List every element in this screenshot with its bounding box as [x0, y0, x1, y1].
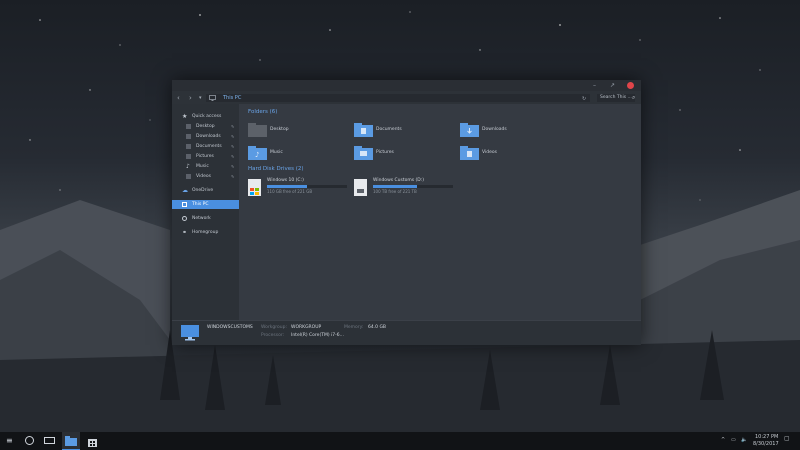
music-icon: ♪ [186, 163, 190, 170]
folder-icon [65, 436, 77, 446]
sidebar-item-pictures[interactable]: Pictures ✎ [172, 152, 239, 161]
pin-icon: ✎ [231, 164, 235, 169]
content-pane: Folders (6) Desktop Documents Downloads [239, 104, 641, 320]
star-icon: ★ [182, 113, 188, 120]
processor-value: Intel(R) Core(TM) i7-6... [291, 333, 344, 338]
forward-arrow-icon[interactable]: › [189, 94, 192, 102]
pin-icon: ✎ [231, 124, 235, 129]
monitor-icon [209, 95, 216, 101]
sidebar-item-documents[interactable]: Documents ✎ [172, 142, 239, 151]
sidebar-item-this-pc[interactable]: This PC [172, 200, 239, 209]
clock-date[interactable]: 8/30/2017 [753, 441, 779, 447]
downloads-folder-icon [460, 123, 479, 137]
download-icon [186, 134, 191, 139]
network-icon [182, 216, 187, 221]
chevron-down-icon[interactable]: ▾ [199, 94, 202, 102]
computer-name: WINDOWSCUSTOMS [207, 325, 253, 330]
drive-d-usage-fill [373, 185, 417, 188]
folder-videos[interactable]: Videos [460, 146, 560, 162]
desktop-folder-icon [248, 123, 267, 137]
refresh-icon[interactable]: ↻ [582, 95, 586, 103]
pin-icon: ✎ [231, 134, 235, 139]
sidebar-item-downloads[interactable]: Downloads ✎ [172, 132, 239, 141]
taskbar: ≡ ^ ▭ 🔈 10:27 PM 8/30/2017 ▢ [0, 432, 800, 450]
maximize-icon[interactable]: ↗ [608, 82, 617, 89]
workgroup-label: Workgroup: [261, 325, 287, 330]
svg-text:♪: ♪ [255, 151, 259, 159]
cloud-icon: ☁ [182, 187, 188, 194]
music-folder-icon: ♪ [248, 146, 267, 160]
folders-heading[interactable]: Folders (6) [248, 109, 277, 116]
search-placeholder: Search This ... [600, 95, 632, 100]
folder-pictures[interactable]: Pictures [354, 146, 454, 162]
address-path: This PC [223, 95, 242, 101]
folder-downloads[interactable]: Downloads [460, 123, 560, 139]
taskbar-explorer-button[interactable] [62, 432, 80, 450]
folder-music[interactable]: ♪ Music [248, 146, 348, 162]
folder-documents[interactable]: Documents [354, 123, 454, 139]
pin-icon: ✎ [231, 174, 235, 179]
homegroup-icon: ⚭ [182, 229, 188, 236]
sidebar-item-network[interactable]: Network [172, 214, 239, 223]
processor-label: Processor: [261, 333, 285, 338]
title-bar: – ↗ [172, 80, 641, 91]
drive-d[interactable]: Windows Customs (D:) 100 TB free of 221 … [354, 178, 454, 200]
sidebar-item-videos[interactable]: Videos ✎ [172, 172, 239, 181]
address-field[interactable] [206, 94, 590, 102]
back-arrow-icon[interactable]: ‹ [177, 94, 180, 102]
drive-d-icon [354, 179, 367, 196]
drive-c-usage-fill [267, 185, 307, 188]
memory-label: Memory: [344, 325, 364, 330]
drives-heading[interactable]: Hard Disk Drives (2) [248, 166, 304, 173]
sidebar-item-onedrive[interactable]: ☁ OneDrive [172, 186, 239, 195]
drive-c-usage-bar [267, 185, 347, 188]
task-view-icon[interactable] [44, 437, 55, 444]
close-icon[interactable] [627, 82, 634, 89]
memory-value: 64.0 GB [368, 325, 387, 330]
pin-icon: ✎ [231, 154, 235, 159]
notifications-icon[interactable]: ▢ [784, 436, 790, 442]
start-menu-icon[interactable]: ≡ [6, 436, 13, 446]
clock-time[interactable]: 10:27 PM [755, 434, 778, 440]
cortana-icon[interactable] [25, 436, 34, 445]
drive-c-icon [248, 179, 261, 196]
picture-icon [186, 154, 191, 159]
sidebar-item-desktop[interactable]: Desktop ✎ [172, 122, 239, 131]
sidebar-item-quick-access[interactable]: ★ Quick access [172, 112, 239, 121]
video-icon [186, 174, 191, 179]
network-tray-icon[interactable]: ▭ [731, 437, 736, 443]
computer-icon [181, 325, 199, 341]
store-icon[interactable] [87, 436, 98, 447]
sidebar-item-homegroup[interactable]: ⚭ Homegroup [172, 228, 239, 237]
document-icon [186, 144, 191, 149]
videos-folder-icon [460, 146, 479, 160]
documents-folder-icon [354, 123, 373, 137]
file-explorer-window: – ↗ ‹ › ▾ This PC ↻ Search This ... ⌕ ★ … [172, 80, 641, 345]
drive-d-usage-bar [373, 185, 453, 188]
folder-icon [186, 124, 191, 129]
sidebar-item-music[interactable]: ♪ Music ✎ [172, 162, 239, 171]
volume-icon[interactable]: 🔈 [741, 437, 747, 443]
folder-desktop[interactable]: Desktop [248, 123, 348, 139]
workgroup-value: WORKGROUP [291, 325, 322, 330]
minimize-icon[interactable]: – [590, 82, 599, 89]
pin-icon: ✎ [231, 144, 235, 149]
show-hidden-icons-icon[interactable]: ^ [721, 437, 725, 443]
pictures-folder-icon [354, 146, 373, 160]
navigation-pane: ★ Quick access Desktop ✎ Downloads ✎ Doc… [172, 104, 239, 320]
drive-c[interactable]: Windows 10 (C:) 110 GB free of 221 GB [248, 178, 348, 200]
details-pane: WINDOWSCUSTOMS Workgroup: WORKGROUP Memo… [172, 320, 641, 345]
monitor-icon [182, 202, 187, 207]
search-icon[interactable]: ⌕ [632, 94, 635, 101]
